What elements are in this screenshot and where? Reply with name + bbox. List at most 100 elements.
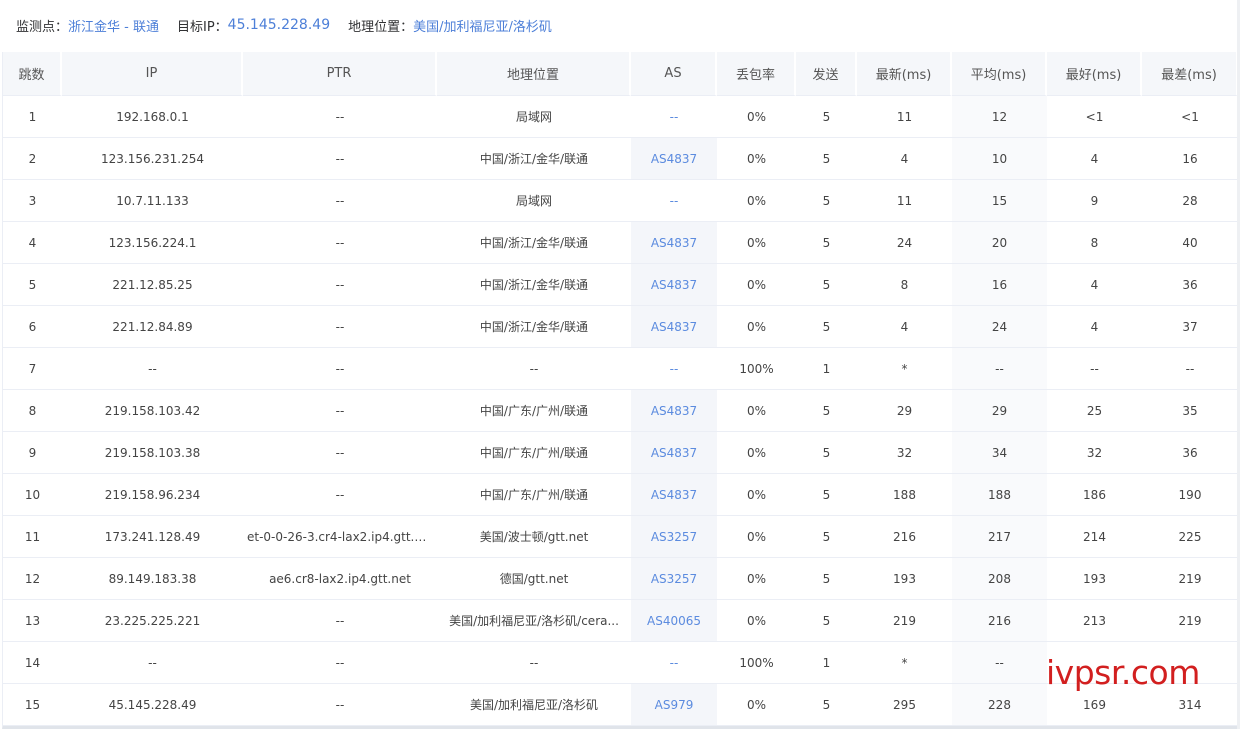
cell-sent: 5: [796, 432, 857, 474]
cell-last: 219: [857, 600, 952, 642]
cell-hop: 3: [3, 180, 62, 222]
traceroute-table-container: 跳数 IP PTR 地理位置 AS 丢包率 发送 最新(ms) 平均(ms) 最…: [2, 52, 1238, 729]
cell-geo: 中国/广东/广州/联通: [437, 474, 631, 516]
cell-best: 9: [1047, 180, 1142, 222]
probe-group: 监测点： 浙江金华 - 联通: [16, 16, 159, 35]
cell-avg: 24: [952, 306, 1047, 348]
cell-last: 32: [857, 432, 952, 474]
col-header-ptr[interactable]: PTR: [243, 52, 437, 96]
table-row: 13 23.225.225.221 -- 美国/加利福尼亚/洛杉矶/cera... AS…: [3, 600, 1238, 642]
target-group: 目标IP： 45.145.228.49: [177, 16, 330, 35]
cell-last: 8: [857, 264, 952, 306]
cell-sent: 5: [796, 516, 857, 558]
cell-loss: 0%: [717, 138, 796, 180]
cell-as[interactable]: AS4837: [631, 474, 717, 516]
col-header-best[interactable]: 最好(ms): [1047, 52, 1142, 96]
cell-worst: --: [1142, 348, 1238, 390]
geo-label: 地理位置：: [348, 19, 414, 35]
cell-avg: 29: [952, 390, 1047, 432]
table-row: 1 192.168.0.1 -- 局域网 -- 0% 5 11 12 <1 <1: [3, 96, 1238, 138]
cell-avg: 16: [952, 264, 1047, 306]
cell-hop: 8: [3, 390, 62, 432]
cell-as[interactable]: AS40065: [631, 600, 717, 642]
col-header-hop[interactable]: 跳数: [3, 52, 62, 96]
cell-as[interactable]: AS4837: [631, 432, 717, 474]
cell-as[interactable]: AS4837: [631, 306, 717, 348]
col-header-last[interactable]: 最新(ms): [857, 52, 952, 96]
cell-ptr: --: [243, 306, 437, 348]
cell-last: 4: [857, 306, 952, 348]
cell-as[interactable]: AS4837: [631, 138, 717, 180]
cell-hop: 11: [3, 516, 62, 558]
cell-geo: --: [437, 348, 631, 390]
probe-value: 浙江金华 - 联通: [68, 19, 159, 35]
cell-hop: 10: [3, 474, 62, 516]
cell-worst: <1: [1142, 96, 1238, 138]
cell-last: 29: [857, 390, 952, 432]
col-header-loss[interactable]: 丢包率: [717, 52, 796, 96]
cell-ptr: --: [243, 96, 437, 138]
cell-loss: 0%: [717, 600, 796, 642]
cell-hop: 2: [3, 138, 62, 180]
cell-best: --: [1047, 348, 1142, 390]
cell-best: 186: [1047, 474, 1142, 516]
cell-loss: 0%: [717, 558, 796, 600]
cell-as: --: [631, 96, 717, 138]
table-row: 7 -- -- -- -- 100% 1 * -- -- --: [3, 348, 1238, 390]
col-header-sent[interactable]: 发送: [796, 52, 857, 96]
cell-worst: 28: [1142, 180, 1238, 222]
cell-best: 4: [1047, 264, 1142, 306]
cell-loss: 100%: [717, 348, 796, 390]
cell-last: 193: [857, 558, 952, 600]
cell-avg: 228: [952, 684, 1047, 726]
cell-geo: 局域网: [437, 96, 631, 138]
cell-last: *: [857, 348, 952, 390]
table-row: 9 219.158.103.38 -- 中国/广东/广州/联通 AS4837 0% 5 32 3…: [3, 432, 1238, 474]
cell-ip: 219.158.103.42: [62, 390, 243, 432]
cell-avg: 10: [952, 138, 1047, 180]
col-header-as[interactable]: AS: [631, 52, 717, 96]
col-header-ip[interactable]: IP: [62, 52, 243, 96]
table-row: 10 219.158.96.234 -- 中国/广东/广州/联通 AS4837 0% 5 18…: [3, 474, 1238, 516]
cell-last: 11: [857, 180, 952, 222]
cell-ip: 219.158.103.38: [62, 432, 243, 474]
cell-geo: 中国/浙江/金华/联通: [437, 306, 631, 348]
cell-worst: 219: [1142, 558, 1238, 600]
cell-ptr: --: [243, 432, 437, 474]
cell-worst: 219: [1142, 600, 1238, 642]
cell-loss: 0%: [717, 684, 796, 726]
cell-worst: 35: [1142, 390, 1238, 432]
cell-geo: 中国/浙江/金华/联通: [437, 264, 631, 306]
cell-ip: 221.12.85.25: [62, 264, 243, 306]
cell-best: 4: [1047, 138, 1142, 180]
cell-ip: 89.149.183.38: [62, 558, 243, 600]
cell-last: 11: [857, 96, 952, 138]
cell-worst: 36: [1142, 432, 1238, 474]
cell-hop: 15: [3, 684, 62, 726]
cell-as: --: [631, 180, 717, 222]
traceroute-table: 跳数 IP PTR 地理位置 AS 丢包率 发送 最新(ms) 平均(ms) 最…: [3, 52, 1238, 726]
cell-ptr: --: [243, 138, 437, 180]
col-header-worst[interactable]: 最差(ms): [1142, 52, 1238, 96]
cell-last: 24: [857, 222, 952, 264]
cell-ptr: ae6.cr8-lax2.ip4.gtt.net: [243, 558, 437, 600]
cell-sent: 5: [796, 306, 857, 348]
cell-as[interactable]: AS4837: [631, 222, 717, 264]
cell-sent: 5: [796, 390, 857, 432]
cell-as[interactable]: AS3257: [631, 558, 717, 600]
table-row: 11 173.241.128.49 et-0-0-26-3.cr4-lax2.ip4…: [3, 516, 1238, 558]
cell-avg: --: [952, 348, 1047, 390]
cell-sent: 1: [796, 642, 857, 684]
col-header-geo[interactable]: 地理位置: [437, 52, 631, 96]
cell-as[interactable]: AS979: [631, 684, 717, 726]
cell-hop: 13: [3, 600, 62, 642]
cell-ip: 123.156.224.1: [62, 222, 243, 264]
cell-as[interactable]: AS3257: [631, 516, 717, 558]
cell-last: 4: [857, 138, 952, 180]
col-header-avg[interactable]: 平均(ms): [952, 52, 1047, 96]
cell-as[interactable]: AS4837: [631, 390, 717, 432]
geo-value: 美国/加利福尼亚/洛杉矶: [413, 19, 552, 35]
cell-hop: 7: [3, 348, 62, 390]
cell-as[interactable]: AS4837: [631, 264, 717, 306]
cell-loss: 100%: [717, 642, 796, 684]
